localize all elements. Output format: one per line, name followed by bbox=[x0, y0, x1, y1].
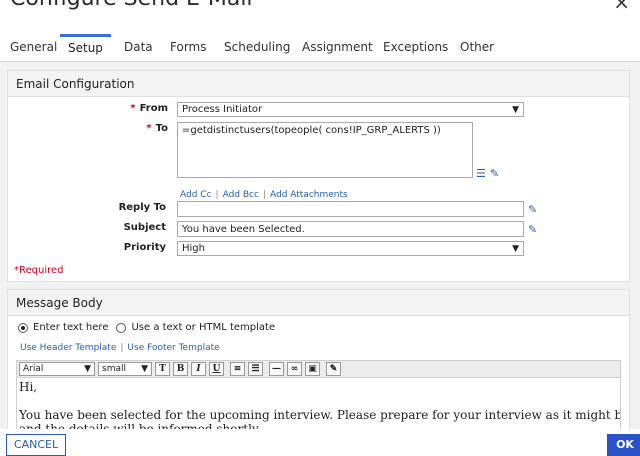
reply-to-field[interactable] bbox=[177, 201, 524, 217]
reply-to-label: Reply To bbox=[118, 202, 166, 213]
message-body-header: Message Body bbox=[8, 290, 629, 316]
subject-field[interactable]: You have been Selected. bbox=[177, 221, 524, 237]
edit-expression-icon[interactable]: ✎ bbox=[326, 362, 341, 376]
font-size-select[interactable]: small ▼ bbox=[98, 362, 152, 376]
editor-toolbar: Arial ▼ small ▼ T B I U ≡ ☰ — ∞ ▣ ✎ bbox=[16, 360, 621, 378]
underline-icon[interactable]: U bbox=[209, 362, 224, 376]
priority-select[interactable]: High ▼ bbox=[177, 241, 524, 256]
add-attachments-link[interactable]: Add Attachments bbox=[270, 190, 348, 200]
to-label: * To bbox=[146, 123, 168, 134]
required-star: * bbox=[146, 123, 152, 134]
close-icon[interactable]: × bbox=[613, 0, 630, 14]
recipient-links: Add Cc | Add Bcc | Add Attachments bbox=[180, 190, 348, 200]
required-note: *Required bbox=[14, 265, 64, 276]
edit-expression-icon[interactable]: ✎ bbox=[528, 203, 537, 216]
tab-data[interactable]: Data bbox=[116, 34, 161, 62]
chevron-down-icon: ▼ bbox=[84, 364, 91, 374]
subject-label: Subject bbox=[123, 222, 166, 233]
horizontal-rule-icon[interactable]: — bbox=[269, 362, 284, 376]
ordered-list-icon[interactable]: ≡ bbox=[230, 362, 245, 376]
editor-line: Hi, bbox=[19, 380, 38, 394]
use-header-template-link[interactable]: Use Header Template bbox=[20, 343, 116, 353]
from-label: * From bbox=[130, 103, 168, 114]
chevron-down-icon: ▼ bbox=[512, 104, 519, 115]
tab-other[interactable]: Other bbox=[452, 34, 502, 62]
font-family-select[interactable]: Arial ▼ bbox=[19, 362, 95, 376]
unordered-list-icon[interactable]: ☰ bbox=[248, 362, 263, 376]
list-icon[interactable]: ☰ bbox=[476, 167, 486, 180]
chevron-down-icon: ▼ bbox=[141, 364, 148, 374]
setup-content: Email Configuration * From Process Initia… bbox=[0, 62, 640, 439]
text-color-icon[interactable]: T bbox=[155, 362, 170, 376]
tab-scheduling[interactable]: Scheduling bbox=[216, 34, 298, 62]
email-configuration-header: Email Configuration bbox=[8, 71, 629, 97]
tab-forms[interactable]: Forms bbox=[162, 34, 214, 62]
from-select[interactable]: Process Initiator ▼ bbox=[177, 102, 524, 117]
email-configuration-panel: Email Configuration * From Process Initia… bbox=[7, 70, 630, 282]
body-source-options: Enter text here Use a text or HTML templ… bbox=[18, 322, 275, 333]
tab-setup[interactable]: Setup bbox=[60, 34, 111, 62]
enter-text-radio[interactable] bbox=[18, 322, 28, 333]
tab-bar: General Setup Data Forms Scheduling Assi… bbox=[0, 32, 640, 62]
image-icon[interactable]: ▣ bbox=[305, 362, 320, 376]
edit-expression-icon[interactable]: ✎ bbox=[528, 223, 537, 236]
message-body-panel: Message Body Enter text here Use a text … bbox=[7, 289, 630, 439]
use-template-radio[interactable] bbox=[116, 322, 127, 333]
chevron-down-icon: ▼ bbox=[512, 243, 519, 254]
add-bcc-link[interactable]: Add Bcc bbox=[223, 190, 259, 200]
tab-general[interactable]: General bbox=[2, 34, 65, 62]
to-expression-field[interactable]: =getdistinctusers(topeople( cons!IP_GRP_… bbox=[177, 122, 473, 178]
use-footer-template-link[interactable]: Use Footer Template bbox=[127, 343, 219, 353]
add-cc-link[interactable]: Add Cc bbox=[180, 190, 212, 200]
required-star: * bbox=[130, 103, 136, 114]
tab-assignment[interactable]: Assignment bbox=[294, 34, 381, 62]
dialog-footer: CANCEL OK bbox=[0, 429, 640, 456]
editor-line: You have been selected for the upcoming … bbox=[19, 408, 620, 422]
tab-exceptions[interactable]: Exceptions bbox=[375, 34, 456, 62]
dialog-title: Configure Send E-Mail bbox=[10, 0, 253, 11]
italic-icon[interactable]: I bbox=[191, 362, 206, 376]
edit-expression-icon[interactable]: ✎ bbox=[490, 167, 499, 180]
bold-icon[interactable]: B bbox=[173, 362, 188, 376]
template-links: Use Header Template | Use Footer Template bbox=[20, 343, 220, 353]
link-icon[interactable]: ∞ bbox=[287, 362, 302, 376]
use-template-label: Use a text or HTML template bbox=[131, 322, 276, 333]
priority-label: Priority bbox=[123, 242, 166, 253]
enter-text-label: Enter text here bbox=[33, 322, 109, 333]
